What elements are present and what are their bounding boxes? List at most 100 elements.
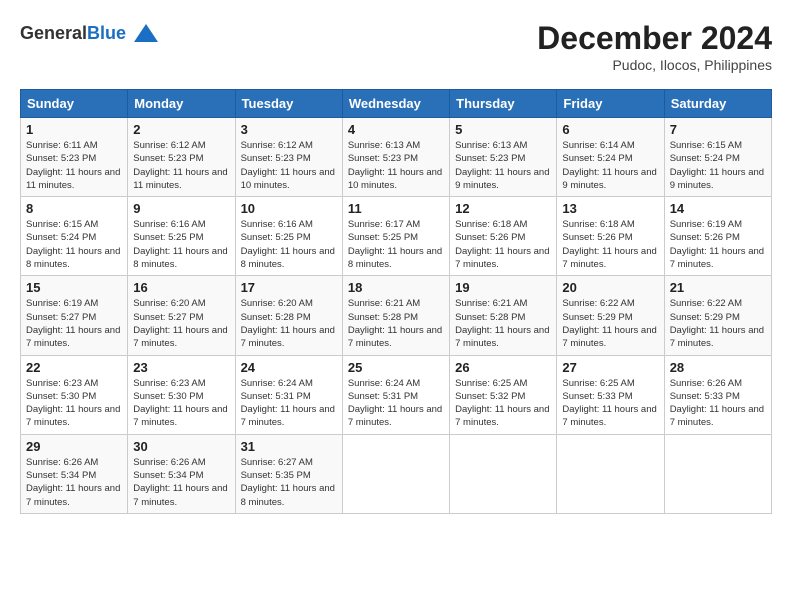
day-number: 26	[455, 360, 551, 375]
calendar-day-cell: 10 Sunrise: 6:16 AM Sunset: 5:25 PM Dayli…	[235, 197, 342, 276]
day-detail: Sunrise: 6:26 AM Sunset: 5:34 PM Dayligh…	[26, 456, 122, 509]
calendar-day-cell: 11 Sunrise: 6:17 AM Sunset: 5:25 PM Dayli…	[342, 197, 449, 276]
day-detail: Sunrise: 6:18 AM Sunset: 5:26 PM Dayligh…	[455, 218, 551, 271]
day-detail: Sunrise: 6:12 AM Sunset: 5:23 PM Dayligh…	[133, 139, 229, 192]
header-row: SundayMondayTuesdayWednesdayThursdayFrid…	[21, 90, 772, 118]
day-number: 5	[455, 122, 551, 137]
day-detail: Sunrise: 6:17 AM Sunset: 5:25 PM Dayligh…	[348, 218, 444, 271]
day-number: 28	[670, 360, 766, 375]
day-number: 18	[348, 280, 444, 295]
day-detail: Sunrise: 6:26 AM Sunset: 5:34 PM Dayligh…	[133, 456, 229, 509]
day-detail: Sunrise: 6:22 AM Sunset: 5:29 PM Dayligh…	[670, 297, 766, 350]
calendar-day-cell	[342, 434, 449, 513]
day-detail: Sunrise: 6:11 AM Sunset: 5:23 PM Dayligh…	[26, 139, 122, 192]
day-of-week-header: Sunday	[21, 90, 128, 118]
day-detail: Sunrise: 6:13 AM Sunset: 5:23 PM Dayligh…	[348, 139, 444, 192]
day-detail: Sunrise: 6:25 AM Sunset: 5:32 PM Dayligh…	[455, 377, 551, 430]
calendar-week-row: 29 Sunrise: 6:26 AM Sunset: 5:34 PM Dayli…	[21, 434, 772, 513]
calendar-day-cell: 12 Sunrise: 6:18 AM Sunset: 5:26 PM Dayli…	[450, 197, 557, 276]
calendar-week-row: 1 Sunrise: 6:11 AM Sunset: 5:23 PM Daylig…	[21, 118, 772, 197]
calendar-day-cell: 2 Sunrise: 6:12 AM Sunset: 5:23 PM Daylig…	[128, 118, 235, 197]
day-of-week-header: Tuesday	[235, 90, 342, 118]
day-of-week-header: Monday	[128, 90, 235, 118]
day-number: 14	[670, 201, 766, 216]
calendar-day-cell: 8Sunrise: 6:15 AM Sunset: 5:24 PM Daylig…	[21, 197, 128, 276]
day-number: 12	[455, 201, 551, 216]
day-detail: Sunrise: 6:16 AM Sunset: 5:25 PM Dayligh…	[241, 218, 337, 271]
day-detail: Sunrise: 6:12 AM Sunset: 5:23 PM Dayligh…	[241, 139, 337, 192]
calendar-day-cell: 27 Sunrise: 6:25 AM Sunset: 5:33 PM Dayli…	[557, 355, 664, 434]
day-number: 3	[241, 122, 337, 137]
calendar-day-cell: 26 Sunrise: 6:25 AM Sunset: 5:32 PM Dayli…	[450, 355, 557, 434]
day-detail: Sunrise: 6:20 AM Sunset: 5:28 PM Dayligh…	[241, 297, 337, 350]
calendar-day-cell: 1 Sunrise: 6:11 AM Sunset: 5:23 PM Daylig…	[21, 118, 128, 197]
title-block: December 2024 Pudoc, Ilocos, Philippines	[537, 20, 772, 73]
day-number: 13	[562, 201, 658, 216]
day-detail: Sunrise: 6:19 AM Sunset: 5:27 PM Dayligh…	[26, 297, 122, 350]
calendar-day-cell: 23Sunrise: 6:23 AM Sunset: 5:30 PM Dayli…	[128, 355, 235, 434]
day-number: 24	[241, 360, 337, 375]
day-detail: Sunrise: 6:21 AM Sunset: 5:28 PM Dayligh…	[348, 297, 444, 350]
day-detail: Sunrise: 6:21 AM Sunset: 5:28 PM Dayligh…	[455, 297, 551, 350]
day-of-week-header: Thursday	[450, 90, 557, 118]
day-of-week-header: Saturday	[664, 90, 771, 118]
day-number: 23	[133, 360, 229, 375]
day-detail: Sunrise: 6:25 AM Sunset: 5:33 PM Dayligh…	[562, 377, 658, 430]
calendar-day-cell: 9Sunrise: 6:16 AM Sunset: 5:25 PM Daylig…	[128, 197, 235, 276]
calendar-day-cell	[557, 434, 664, 513]
day-number: 16	[133, 280, 229, 295]
calendar-day-cell: 19 Sunrise: 6:21 AM Sunset: 5:28 PM Dayli…	[450, 276, 557, 355]
day-detail: Sunrise: 6:23 AM Sunset: 5:30 PM Dayligh…	[26, 377, 122, 430]
day-number: 19	[455, 280, 551, 295]
logo-blue-text: Blue	[87, 23, 126, 43]
calendar-day-cell: 31Sunrise: 6:27 AM Sunset: 5:35 PM Dayli…	[235, 434, 342, 513]
day-detail: Sunrise: 6:15 AM Sunset: 5:24 PM Dayligh…	[670, 139, 766, 192]
calendar-day-cell: 21 Sunrise: 6:22 AM Sunset: 5:29 PM Dayli…	[664, 276, 771, 355]
day-of-week-header: Friday	[557, 90, 664, 118]
calendar-day-cell: 17 Sunrise: 6:20 AM Sunset: 5:28 PM Dayli…	[235, 276, 342, 355]
calendar-week-row: 8Sunrise: 6:15 AM Sunset: 5:24 PM Daylig…	[21, 197, 772, 276]
calendar-day-cell: 4 Sunrise: 6:13 AM Sunset: 5:23 PM Daylig…	[342, 118, 449, 197]
day-number: 7	[670, 122, 766, 137]
day-number: 29	[26, 439, 122, 454]
day-detail: Sunrise: 6:20 AM Sunset: 5:27 PM Dayligh…	[133, 297, 229, 350]
day-number: 30	[133, 439, 229, 454]
day-of-week-header: Wednesday	[342, 90, 449, 118]
day-number: 20	[562, 280, 658, 295]
calendar-day-cell: 18 Sunrise: 6:21 AM Sunset: 5:28 PM Dayli…	[342, 276, 449, 355]
logo-general-text: General	[20, 23, 87, 43]
day-number: 27	[562, 360, 658, 375]
calendar-day-cell: 20 Sunrise: 6:22 AM Sunset: 5:29 PM Dayli…	[557, 276, 664, 355]
day-number: 17	[241, 280, 337, 295]
day-detail: Sunrise: 6:13 AM Sunset: 5:23 PM Dayligh…	[455, 139, 551, 192]
calendar-day-cell: 22 Sunrise: 6:23 AM Sunset: 5:30 PM Dayli…	[21, 355, 128, 434]
calendar-day-cell: 6Sunrise: 6:14 AM Sunset: 5:24 PM Daylig…	[557, 118, 664, 197]
page-header: GeneralBlue December 2024 Pudoc, Ilocos,…	[20, 20, 772, 73]
calendar-day-cell: 14 Sunrise: 6:19 AM Sunset: 5:26 PM Dayli…	[664, 197, 771, 276]
calendar-day-cell	[450, 434, 557, 513]
day-number: 25	[348, 360, 444, 375]
calendar-week-row: 15Sunrise: 6:19 AM Sunset: 5:27 PM Dayli…	[21, 276, 772, 355]
day-number: 21	[670, 280, 766, 295]
day-detail: Sunrise: 6:26 AM Sunset: 5:33 PM Dayligh…	[670, 377, 766, 430]
day-detail: Sunrise: 6:14 AM Sunset: 5:24 PM Dayligh…	[562, 139, 658, 192]
calendar-table: SundayMondayTuesdayWednesdayThursdayFrid…	[20, 89, 772, 514]
calendar-day-cell: 13 Sunrise: 6:18 AM Sunset: 5:26 PM Dayli…	[557, 197, 664, 276]
day-number: 11	[348, 201, 444, 216]
calendar-day-cell	[664, 434, 771, 513]
day-number: 1	[26, 122, 122, 137]
day-number: 10	[241, 201, 337, 216]
day-detail: Sunrise: 6:15 AM Sunset: 5:24 PM Dayligh…	[26, 218, 122, 271]
calendar-day-cell: 7 Sunrise: 6:15 AM Sunset: 5:24 PM Daylig…	[664, 118, 771, 197]
location: Pudoc, Ilocos, Philippines	[537, 57, 772, 73]
day-number: 9	[133, 201, 229, 216]
day-detail: Sunrise: 6:18 AM Sunset: 5:26 PM Dayligh…	[562, 218, 658, 271]
calendar-day-cell: 24Sunrise: 6:24 AM Sunset: 5:31 PM Dayli…	[235, 355, 342, 434]
calendar-day-cell: 5 Sunrise: 6:13 AM Sunset: 5:23 PM Daylig…	[450, 118, 557, 197]
day-number: 2	[133, 122, 229, 137]
day-detail: Sunrise: 6:19 AM Sunset: 5:26 PM Dayligh…	[670, 218, 766, 271]
logo: GeneralBlue	[20, 20, 160, 48]
day-detail: Sunrise: 6:22 AM Sunset: 5:29 PM Dayligh…	[562, 297, 658, 350]
day-number: 22	[26, 360, 122, 375]
day-number: 4	[348, 122, 444, 137]
